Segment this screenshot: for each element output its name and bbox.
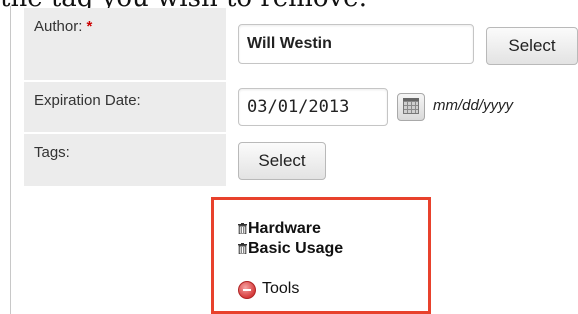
section-divider <box>10 6 11 314</box>
tag-item-basic-usage: Basic Usage <box>248 240 344 257</box>
calendar-icon[interactable] <box>397 93 425 121</box>
tags-value-cell: Select <box>228 134 578 186</box>
tags-select-button[interactable]: Select <box>238 142 326 180</box>
tags-label: Tags: <box>34 144 70 161</box>
tag-list-highlight: Hardware Basic Usage Tools <box>211 197 431 314</box>
calendar-header <box>403 98 419 101</box>
author-label: Author: <box>34 18 83 35</box>
intro-text: the tag you wish to remove: <box>0 0 578 8</box>
tag-item-tools: Tools <box>262 280 300 297</box>
trash-icon[interactable] <box>238 223 247 234</box>
expiration-label-cell: Expiration Date: <box>24 82 226 132</box>
required-marker: * <box>86 18 93 35</box>
expiration-label: Expiration Date: <box>34 92 141 109</box>
calendar-grid <box>403 100 419 114</box>
date-format-hint: mm/dd/yyyy <box>433 97 514 114</box>
tags-label-cell: Tags: <box>24 134 226 186</box>
expiration-value-cell: 03/01/2013 mm/dd/yyyy <box>228 82 578 132</box>
author-value-cell: Will Westin Select <box>228 8 578 80</box>
remove-icon[interactable] <box>238 281 256 299</box>
author-label-cell: Author: * <box>24 8 226 80</box>
author-input[interactable]: Will Westin <box>238 24 474 64</box>
tag-item-hardware: Hardware <box>248 220 321 237</box>
expiration-date-input[interactable]: 03/01/2013 <box>238 88 388 126</box>
trash-icon[interactable] <box>238 243 247 254</box>
author-select-button[interactable]: Select <box>486 27 578 65</box>
